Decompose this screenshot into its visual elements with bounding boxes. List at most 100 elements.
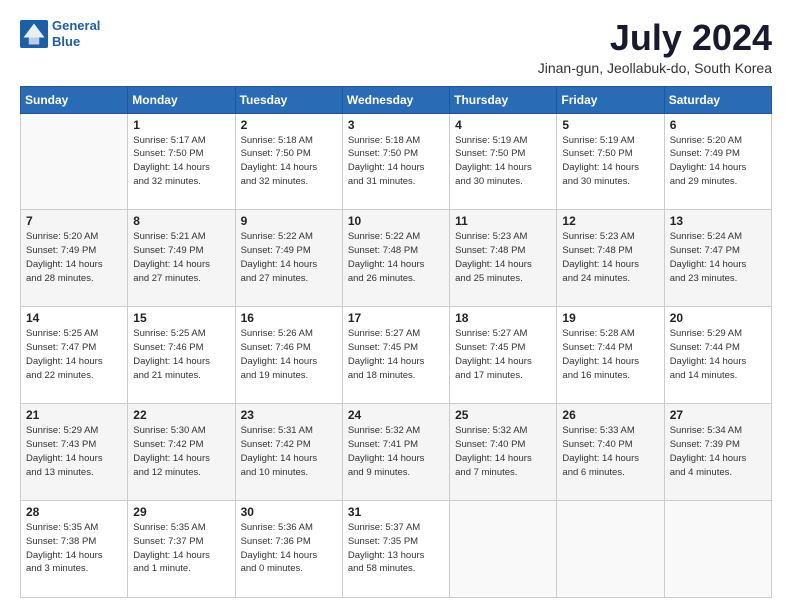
calendar-cell: 19 Sunrise: 5:28 AMSunset: 7:44 PMDayligh… [557,307,664,404]
calendar-cell: 27Sunrise: 5:34 AMSunset: 7:39 PMDayligh… [664,404,771,501]
calendar-cell [450,501,557,598]
day-number: 19 [562,311,658,325]
calendar-cell: 22 Sunrise: 5:30 AMSunset: 7:42 PMDayligh… [128,404,235,501]
day-number: 27 [670,408,766,422]
day-info: Sunrise: 5:23 AMSunset: 7:48 PMDaylight:… [562,230,658,285]
day-number: 21 [26,408,122,422]
day-info: Sunrise: 5:25 AMSunset: 7:46 PMDaylight:… [133,327,229,382]
day-number: 25 [455,408,551,422]
day-info: Sunrise: 5:17 AMSunset: 7:50 PMDaylight:… [133,134,229,189]
day-info: Sunrise: 5:35 AMSunset: 7:38 PMDaylight:… [26,521,122,576]
day-info: Sunrise: 5:24 AMSunset: 7:47 PMDaylight:… [670,230,766,285]
day-number: 16 [241,311,337,325]
calendar-cell: 23 Sunrise: 5:31 AMSunset: 7:42 PMDayligh… [235,404,342,501]
day-number: 6 [670,118,766,132]
calendar-cell: 26Sunrise: 5:33 AMSunset: 7:40 PMDayligh… [557,404,664,501]
calendar-cell: 12Sunrise: 5:23 AMSunset: 7:48 PMDayligh… [557,210,664,307]
day-number: 23 [241,408,337,422]
calendar-cell: 21Sunrise: 5:29 AMSunset: 7:43 PMDayligh… [21,404,128,501]
day-info: Sunrise: 5:33 AMSunset: 7:40 PMDaylight:… [562,424,658,479]
calendar-cell: 7 Sunrise: 5:20 AMSunset: 7:49 PMDaylight… [21,210,128,307]
day-info: Sunrise: 5:30 AMSunset: 7:42 PMDaylight:… [133,424,229,479]
day-info: Sunrise: 5:20 AMSunset: 7:49 PMDaylight:… [670,134,766,189]
day-info: Sunrise: 5:18 AMSunset: 7:50 PMDaylight:… [241,134,337,189]
day-info: Sunrise: 5:18 AMSunset: 7:50 PMDaylight:… [348,134,444,189]
header-thursday: Thursday [450,86,557,113]
calendar-cell: 11 Sunrise: 5:23 AMSunset: 7:48 PMDayligh… [450,210,557,307]
day-info: Sunrise: 5:29 AMSunset: 7:44 PMDaylight:… [670,327,766,382]
calendar-cell: 16 Sunrise: 5:26 AMSunset: 7:46 PMDayligh… [235,307,342,404]
header-monday: Monday [128,86,235,113]
day-number: 2 [241,118,337,132]
calendar-cell: 8 Sunrise: 5:21 AMSunset: 7:49 PMDaylight… [128,210,235,307]
day-number: 17 [348,311,444,325]
title-block: July 2024 Jinan-gun, Jeollabuk-do, South… [538,18,772,76]
day-info: Sunrise: 5:36 AMSunset: 7:36 PMDaylight:… [241,521,337,576]
day-number: 11 [455,214,551,228]
day-number: 18 [455,311,551,325]
weekday-header-row: Sunday Monday Tuesday Wednesday Thursday… [21,86,772,113]
day-number: 13 [670,214,766,228]
logo-icon [20,20,48,48]
calendar-cell [664,501,771,598]
day-number: 5 [562,118,658,132]
header-tuesday: Tuesday [235,86,342,113]
day-number: 30 [241,505,337,519]
day-number: 24 [348,408,444,422]
calendar-row-3: 14Sunrise: 5:25 AMSunset: 7:47 PMDayligh… [21,307,772,404]
day-info: Sunrise: 5:22 AMSunset: 7:49 PMDaylight:… [241,230,337,285]
calendar-cell: 31Sunrise: 5:37 AMSunset: 7:35 PMDayligh… [342,501,449,598]
day-number: 3 [348,118,444,132]
calendar-cell: 1 Sunrise: 5:17 AMSunset: 7:50 PMDaylight… [128,113,235,210]
header-friday: Friday [557,86,664,113]
day-number: 28 [26,505,122,519]
day-info: Sunrise: 5:20 AMSunset: 7:49 PMDaylight:… [26,230,122,285]
day-info: Sunrise: 5:19 AMSunset: 7:50 PMDaylight:… [455,134,551,189]
calendar-cell: 18 Sunrise: 5:27 AMSunset: 7:45 PMDayligh… [450,307,557,404]
day-number: 8 [133,214,229,228]
day-info: Sunrise: 5:32 AMSunset: 7:40 PMDaylight:… [455,424,551,479]
day-info: Sunrise: 5:27 AMSunset: 7:45 PMDaylight:… [455,327,551,382]
day-info: Sunrise: 5:27 AMSunset: 7:45 PMDaylight:… [348,327,444,382]
month-title: July 2024 [538,18,772,58]
day-number: 20 [670,311,766,325]
calendar-cell: 10Sunrise: 5:22 AMSunset: 7:48 PMDayligh… [342,210,449,307]
day-info: Sunrise: 5:31 AMSunset: 7:42 PMDaylight:… [241,424,337,479]
calendar-cell: 14Sunrise: 5:25 AMSunset: 7:47 PMDayligh… [21,307,128,404]
calendar-cell: 9 Sunrise: 5:22 AMSunset: 7:49 PMDaylight… [235,210,342,307]
location-title: Jinan-gun, Jeollabuk-do, South Korea [538,60,772,76]
calendar-cell [557,501,664,598]
day-info: Sunrise: 5:25 AMSunset: 7:47 PMDaylight:… [26,327,122,382]
calendar-row-4: 21Sunrise: 5:29 AMSunset: 7:43 PMDayligh… [21,404,772,501]
calendar-cell: 3 Sunrise: 5:18 AMSunset: 7:50 PMDaylight… [342,113,449,210]
day-number: 31 [348,505,444,519]
calendar-row-5: 28 Sunrise: 5:35 AMSunset: 7:38 PMDayligh… [21,501,772,598]
day-number: 7 [26,214,122,228]
day-number: 22 [133,408,229,422]
day-number: 29 [133,505,229,519]
day-number: 15 [133,311,229,325]
day-info: Sunrise: 5:35 AMSunset: 7:37 PMDaylight:… [133,521,229,576]
logo: General Blue [20,18,100,49]
calendar-cell: 13 Sunrise: 5:24 AMSunset: 7:47 PMDayligh… [664,210,771,307]
calendar-cell: 25 Sunrise: 5:32 AMSunset: 7:40 PMDayligh… [450,404,557,501]
calendar-cell: 17 Sunrise: 5:27 AMSunset: 7:45 PMDayligh… [342,307,449,404]
day-info: Sunrise: 5:19 AMSunset: 7:50 PMDaylight:… [562,134,658,189]
header-wednesday: Wednesday [342,86,449,113]
calendar-cell: 20 Sunrise: 5:29 AMSunset: 7:44 PMDayligh… [664,307,771,404]
day-info: Sunrise: 5:21 AMSunset: 7:49 PMDaylight:… [133,230,229,285]
page: General Blue July 2024 Jinan-gun, Jeolla… [0,0,792,612]
calendar-row-1: 1 Sunrise: 5:17 AMSunset: 7:50 PMDaylight… [21,113,772,210]
calendar-cell: 30 Sunrise: 5:36 AMSunset: 7:36 PMDayligh… [235,501,342,598]
day-number: 1 [133,118,229,132]
day-number: 9 [241,214,337,228]
header-saturday: Saturday [664,86,771,113]
day-info: Sunrise: 5:28 AMSunset: 7:44 PMDaylight:… [562,327,658,382]
calendar-cell: 15 Sunrise: 5:25 AMSunset: 7:46 PMDayligh… [128,307,235,404]
day-info: Sunrise: 5:26 AMSunset: 7:46 PMDaylight:… [241,327,337,382]
calendar-cell [21,113,128,210]
day-info: Sunrise: 5:23 AMSunset: 7:48 PMDaylight:… [455,230,551,285]
calendar-cell: 5 Sunrise: 5:19 AMSunset: 7:50 PMDaylight… [557,113,664,210]
calendar-cell: 6 Sunrise: 5:20 AMSunset: 7:49 PMDaylight… [664,113,771,210]
calendar-table: Sunday Monday Tuesday Wednesday Thursday… [20,86,772,598]
